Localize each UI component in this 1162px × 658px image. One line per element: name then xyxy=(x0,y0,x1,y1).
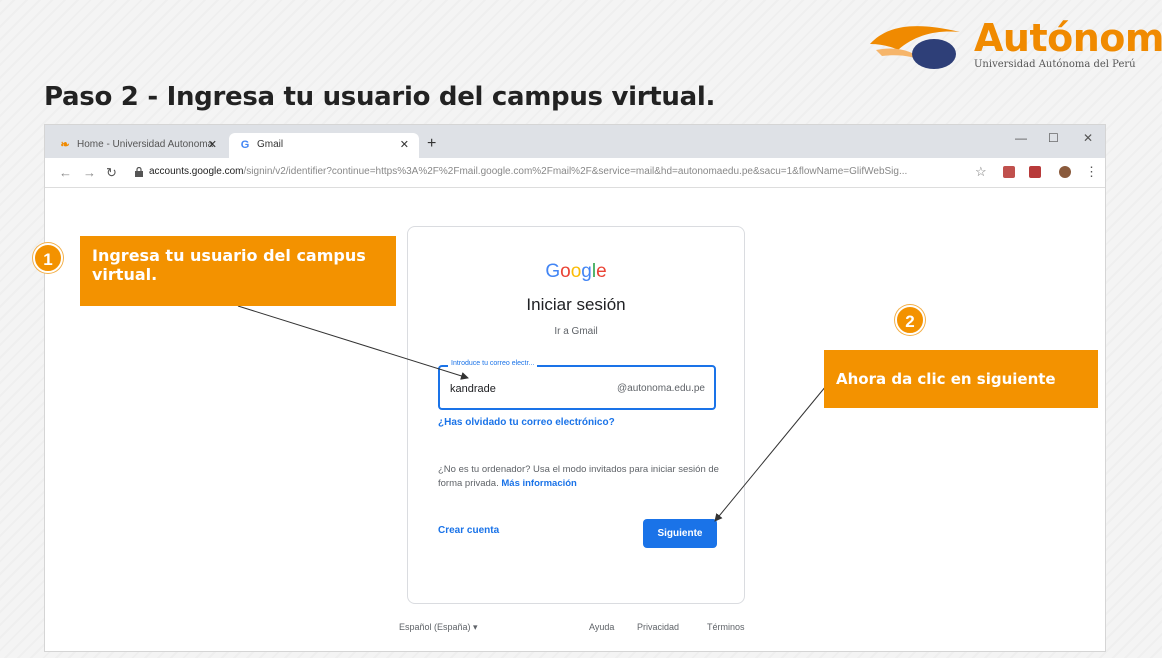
guest-mode-text: ¿No es tu ordenador? Usa el modo invitad… xyxy=(438,464,719,489)
brand-name: Autónoma xyxy=(974,16,1162,60)
tab-gmail[interactable]: G Gmail ✕ xyxy=(229,133,419,158)
annotation-callout-2: Ahora da clic en siguiente xyxy=(824,350,1098,408)
new-tab-icon[interactable]: + xyxy=(427,135,436,153)
annotation-badge-1: 1 xyxy=(33,243,63,273)
autonoma-logo: Autónoma Universidad Autónoma del Perú xyxy=(868,12,1162,76)
signin-card: Google Iniciar sesión Ir a Gmail Introdu… xyxy=(407,226,745,604)
address-bar[interactable]: accounts.google.com/signin/v2/identifier… xyxy=(149,166,979,177)
extension-red-icon[interactable] xyxy=(1029,166,1041,178)
browser-toolbar: ← → ↻ accounts.google.com/signin/v2/iden… xyxy=(45,158,1105,188)
close-tab-icon[interactable]: ✕ xyxy=(400,138,409,151)
autonoma-logo-mark-icon xyxy=(870,26,960,69)
minimize-icon[interactable]: — xyxy=(1015,131,1027,145)
bookmark-star-icon[interactable]: ☆ xyxy=(975,164,987,180)
maximize-icon[interactable]: ☐ xyxy=(1048,131,1059,145)
close-tab-icon[interactable]: ✕ xyxy=(208,138,217,151)
privacy-link[interactable]: Privacidad xyxy=(637,622,679,632)
menu-kebab-icon[interactable]: ⋮ xyxy=(1085,164,1098,180)
tab-strip: ❧ Home - Universidad Autonoma ✕ G Gmail … xyxy=(45,125,1105,158)
terms-link[interactable]: Términos xyxy=(707,622,745,632)
profile-avatar-icon[interactable] xyxy=(1059,166,1071,178)
signin-title: Iniciar sesión xyxy=(526,295,626,314)
autonoma-favicon-icon: ❧ xyxy=(60,139,70,151)
lock-icon xyxy=(135,167,143,177)
step-title: Paso 2 - Ingresa tu usuario del campus v… xyxy=(44,82,716,112)
brand-subtitle: Universidad Autónoma del Perú xyxy=(974,59,1136,70)
back-icon[interactable]: ← xyxy=(59,165,72,180)
language-selector[interactable]: Español (España) ▾ xyxy=(399,622,478,633)
signin-subtitle: Ir a Gmail xyxy=(554,326,598,337)
annotation-badge-2: 2 xyxy=(895,305,925,335)
help-link[interactable]: Ayuda xyxy=(589,622,614,632)
forgot-email-link[interactable]: ¿Has olvidado tu correo electrónico? xyxy=(438,417,615,428)
tab-home-autonoma[interactable]: ❧ Home - Universidad Autonoma ✕ xyxy=(49,133,227,158)
email-input[interactable] xyxy=(450,383,600,395)
annotation-callout-1: Ingresa tu usuario del campus virtual. xyxy=(80,236,396,306)
close-window-icon[interactable]: ✕ xyxy=(1083,131,1093,145)
forward-icon[interactable]: → xyxy=(83,165,96,180)
google-logo: Google xyxy=(545,261,607,282)
create-account-link[interactable]: Crear cuenta xyxy=(438,525,499,536)
reload-icon[interactable]: ↻ xyxy=(106,165,117,181)
extension-pdf-icon[interactable] xyxy=(1003,166,1015,178)
tab-label: Gmail xyxy=(257,139,284,150)
email-field-label: Introduce tu correo electr... xyxy=(448,360,538,367)
email-field[interactable]: Introduce tu correo electr... @autonoma.… xyxy=(438,360,716,410)
tab-label: Home - Universidad Autonoma xyxy=(77,139,214,150)
google-g-icon: G xyxy=(240,139,250,151)
next-button[interactable]: Siguiente xyxy=(643,519,717,548)
more-info-link[interactable]: Más información xyxy=(501,478,577,489)
email-domain-suffix: @autonoma.edu.pe xyxy=(617,383,705,394)
